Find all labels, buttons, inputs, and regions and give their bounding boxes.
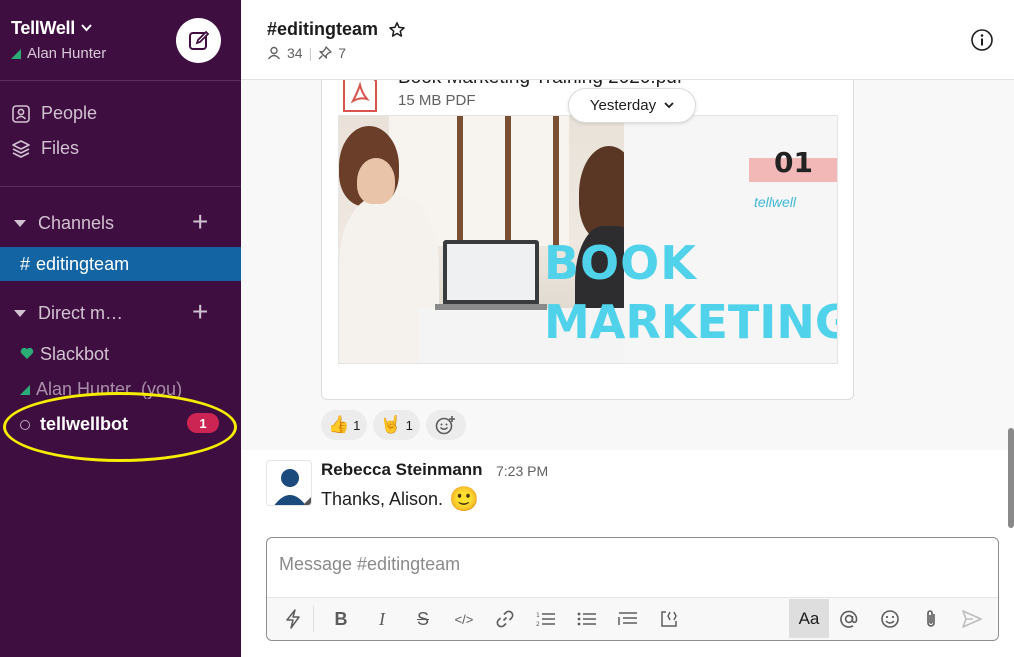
bold-button[interactable]: B [325, 603, 357, 635]
lightning-icon [286, 609, 300, 629]
ordered-list-button[interactable]: 12 [530, 603, 562, 635]
file-meta: 15 MB PDF [398, 92, 476, 109]
chevron-down-icon [664, 102, 674, 109]
message-input[interactable] [279, 548, 979, 580]
emoji-button[interactable] [874, 603, 906, 635]
main-pane: #editingteam 34 | 7 15 MB PDF 01 tellwel… [241, 0, 1014, 657]
laptop-illustration [443, 240, 539, 306]
reactions: 👍 1 🤘 1 [321, 410, 466, 440]
blockquote-button[interactable] [612, 603, 644, 635]
star-icon[interactable] [388, 21, 406, 39]
channel-header: #editingteam 34 | 7 [241, 0, 1014, 80]
mention-button[interactable] [833, 603, 865, 635]
nav-files[interactable]: Files [11, 138, 79, 159]
svg-text:2: 2 [536, 621, 540, 628]
scrollbar[interactable] [1008, 428, 1014, 528]
direct-messages-section-toggle[interactable]: Direct m… [14, 303, 123, 324]
shortcuts-button[interactable] [277, 603, 309, 635]
italic-button[interactable]: I [366, 603, 398, 635]
people-icon [12, 104, 30, 123]
code-block-button[interactable] [653, 603, 685, 635]
sidebar-divider [0, 186, 241, 187]
ordered-list-icon: 12 [536, 612, 555, 628]
composer-toolbar: B I S </> 12 Aa [267, 597, 998, 640]
avatar[interactable] [266, 460, 312, 506]
file-preview-image[interactable]: 01 tellwell BOOK MARKETING [338, 115, 838, 364]
link-icon [496, 610, 514, 628]
formatting-toggle-button[interactable]: Aa [789, 599, 829, 638]
compose-icon [188, 30, 209, 50]
strikethrough-button[interactable]: S [407, 603, 439, 635]
member-count[interactable]: 34 [287, 45, 303, 61]
heart-icon [20, 344, 34, 365]
pin-icon[interactable] [318, 46, 332, 60]
sidebar-item-editingteam[interactable]: # editingteam [0, 247, 241, 281]
message-author[interactable]: Rebecca Steinmann [321, 460, 483, 480]
channel-meta: 34 | 7 [267, 45, 346, 61]
compose-button[interactable] [176, 18, 221, 63]
pin-count[interactable]: 7 [338, 45, 346, 61]
message-composer: B I S </> 12 Aa [266, 537, 999, 641]
blockquote-icon [618, 612, 637, 625]
slide-number: 01 [774, 146, 813, 179]
sidebar-item-slackbot[interactable]: Slackbot [20, 344, 109, 365]
send-icon [962, 610, 982, 628]
channels-section-toggle[interactable]: Channels [14, 213, 114, 234]
nav-people[interactable]: People [11, 103, 97, 124]
online-status-icon [20, 384, 30, 395]
file-attachment[interactable]: Book Marketing Training 2020.pdf 15 MB P… [321, 80, 854, 400]
code-button[interactable]: </> [448, 603, 480, 635]
chevron-down-icon [81, 23, 92, 35]
message-timestamp[interactable]: 7:23 PM [496, 463, 548, 479]
files-icon [12, 139, 30, 158]
caret-down-icon [14, 220, 26, 227]
reaction-thumbs-up[interactable]: 👍 1 [321, 410, 368, 440]
date-divider-button[interactable]: Yesterday [568, 88, 696, 123]
bulleted-list-icon [577, 612, 596, 626]
slide-logo: tellwell [754, 194, 797, 210]
code-block-icon [661, 611, 677, 627]
channel-title[interactable]: #editingteam [267, 19, 406, 40]
current-user[interactable]: Alan Hunter [11, 45, 106, 62]
message: Rebecca Steinmann 7:23 PM Thanks, Alison… [241, 450, 1014, 530]
sidebar: TellWell Alan Hunter People Files Channe… [0, 0, 241, 657]
slide-title-line1: BOOK [544, 236, 697, 290]
caret-down-icon [14, 310, 26, 317]
attach-button[interactable] [915, 603, 947, 635]
at-sign-icon [840, 610, 858, 628]
emoji-icon [881, 610, 899, 628]
workspace-name[interactable]: TellWell [11, 18, 92, 39]
user-avatar-icon [274, 469, 311, 505]
channel-details-button[interactable] [970, 28, 994, 57]
add-emoji-icon [435, 416, 455, 435]
add-channel-button[interactable]: + [192, 208, 208, 236]
add-direct-message-button[interactable]: + [192, 298, 208, 326]
hash-icon: # [20, 253, 31, 274]
message-list: Book Marketing Training 2020.pdf 15 MB P… [241, 80, 1014, 450]
paperclip-icon [927, 610, 935, 627]
send-button[interactable] [956, 603, 988, 635]
pdf-file-icon [343, 80, 377, 112]
svg-text:1: 1 [536, 612, 540, 619]
bulleted-list-button[interactable] [571, 603, 603, 635]
annotation-highlight-ellipse [3, 392, 237, 462]
info-icon [971, 29, 993, 51]
link-button[interactable] [489, 603, 521, 635]
workspace-header[interactable]: TellWell Alan Hunter [0, 0, 241, 81]
online-status-icon [11, 48, 21, 59]
reaction-rock-on[interactable]: 🤘 1 [373, 410, 420, 440]
smile-emoji: 🙂 [449, 486, 479, 513]
message-body: Thanks, Alison. 🙂 [321, 486, 479, 513]
add-reaction-button[interactable] [425, 410, 466, 440]
slide-title-line2: MARKETING [544, 295, 838, 349]
member-icon[interactable] [267, 46, 281, 60]
